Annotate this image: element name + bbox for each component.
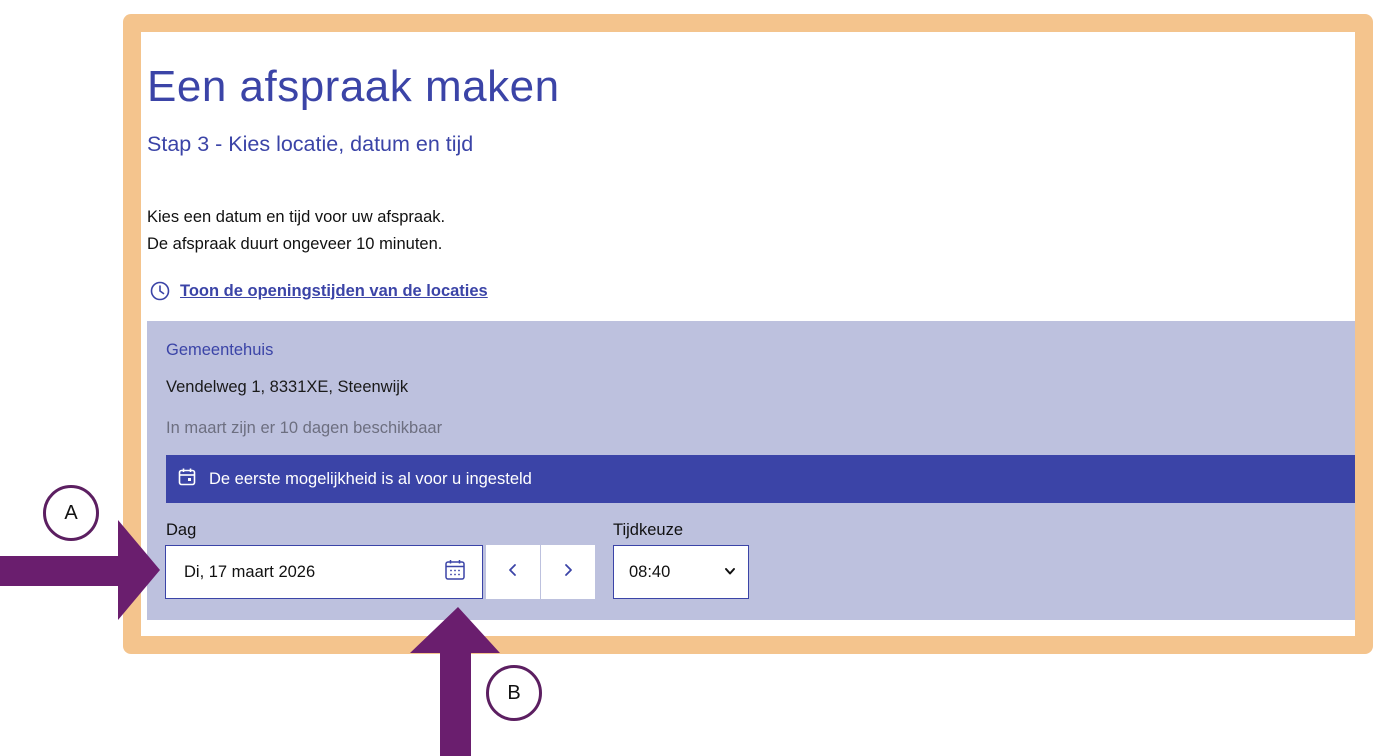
arrow-b-pointer — [410, 607, 500, 756]
arrow-a-pointer — [0, 520, 500, 756]
annotation-marker-b: B — [486, 665, 542, 721]
annotation-marker-a: A — [43, 485, 99, 541]
